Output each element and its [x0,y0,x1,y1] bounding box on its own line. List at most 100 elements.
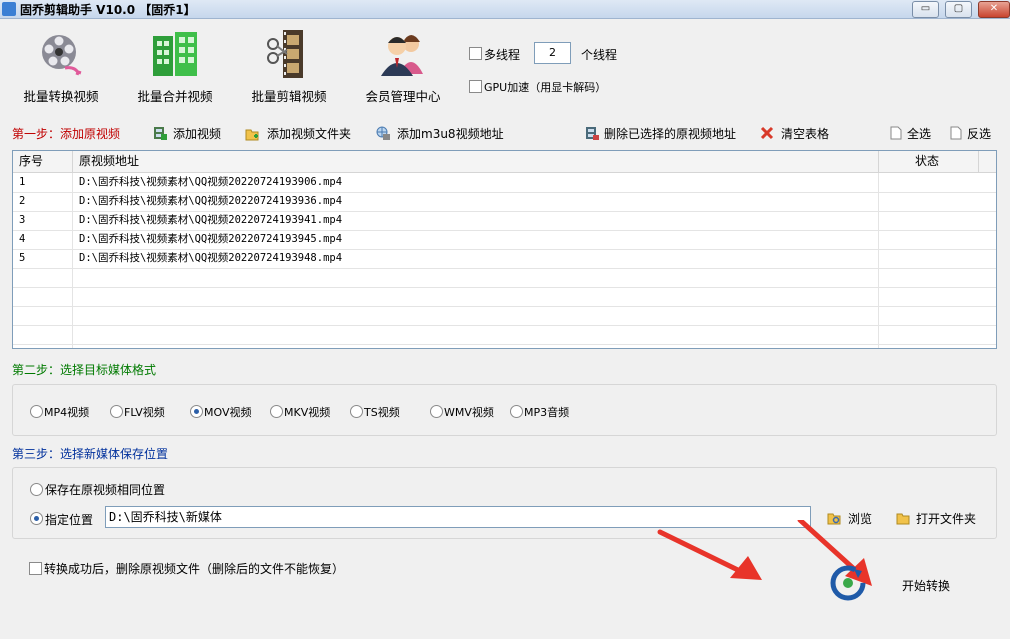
format-label: MKV视频 [284,406,331,419]
link-globe-icon [376,126,390,140]
film-reel-icon [35,28,87,80]
format-radio[interactable] [510,405,523,418]
multithread-label: 多线程 [484,48,521,62]
same-location-label: 保存在原视频相同位置 [45,483,166,497]
batch-cut-button[interactable]: 批量剪辑视频 [239,28,339,108]
cell-index: 1 [13,173,73,192]
cell-path: D:\固乔科技\视频素材\QQ视频20220724193941.mp4 [73,211,879,230]
batch-cut-label: 批量剪辑视频 [251,89,327,104]
page-icon [950,126,962,140]
batch-merge-button[interactable]: 批量合并视频 [125,28,225,108]
cell-status [879,325,979,344]
select-all-label: 全选 [907,127,932,141]
specify-location-radio[interactable] [30,512,43,525]
multithread-checkbox[interactable] [469,47,482,60]
table-row[interactable]: 2 D:\固乔科技\视频素材\QQ视频20220724193936.mp4 [13,192,996,212]
step3-label: 第三步：选择新媒体保存位置 [12,447,169,461]
batch-convert-label: 批量转换视频 [23,89,99,104]
refresh-convert-icon [830,565,866,601]
cell-status [879,173,979,192]
add-video-icon [154,127,167,140]
cell-path [73,287,879,306]
batch-convert-button[interactable]: 批量转换视频 [11,28,111,108]
column-header-path[interactable]: 原视频地址 [73,151,879,172]
start-convert-label[interactable]: 开始转换 [902,577,950,594]
specify-location-label: 指定位置 [45,513,94,527]
table-row[interactable] [13,306,996,326]
cell-index [13,325,73,344]
format-radio[interactable] [190,405,203,418]
table-header: 序号 原视频地址 状态 [13,151,996,173]
cell-status [879,192,979,211]
maximize-button[interactable]: ▢ [945,1,972,18]
step1-label: 第一步：添加原视频 [12,127,121,141]
format-label: WMV视频 [444,406,494,419]
gpu-accel-checkbox[interactable] [469,80,482,93]
same-location-radio[interactable] [30,483,43,496]
thread-count-input[interactable]: 2 [534,42,571,64]
cell-status [879,230,979,249]
add-m3u8-label: 添加m3u8视频地址 [397,127,504,141]
cell-status [879,211,979,230]
cell-index [13,306,73,325]
table-row[interactable]: 4 D:\固乔科技\视频素材\QQ视频20220724193945.mp4 [13,230,996,250]
format-radio[interactable] [270,405,283,418]
cell-index [13,344,73,348]
cell-index: 2 [13,192,73,211]
window-title: 固乔剪辑助手 V10.0 【固乔1】 [20,3,196,17]
cell-path: D:\固乔科技\视频素材\QQ视频20220724193945.mp4 [73,230,879,249]
page-icon [890,126,902,140]
close-button[interactable]: ✕ [978,1,1010,18]
cell-path: D:\固乔科技\视频素材\QQ视频20220724193906.mp4 [73,173,879,192]
cell-path [73,344,879,348]
gpu-accel-label: GPU加速（用显卡解码） [484,81,607,94]
format-radio[interactable] [350,405,363,418]
table-row[interactable]: 5 D:\固乔科技\视频素材\QQ视频20220724193948.mp4 [13,249,996,269]
delete-selected-label: 删除已选择的原视频地址 [604,127,737,141]
column-header-index[interactable]: 序号 [13,151,73,172]
member-center-label: 会员管理中心 [365,89,441,104]
cell-index [13,268,73,287]
folder-add-icon [245,129,259,141]
cell-index [13,287,73,306]
column-header-status[interactable]: 状态 [879,151,979,172]
video-list-table[interactable]: 序号 原视频地址 状态 1 D:\固乔科技\视频素材\QQ视频2022072419… [12,150,997,349]
table-row[interactable] [13,344,996,348]
table-row[interactable] [13,287,996,307]
cell-status [879,306,979,325]
table-row[interactable] [13,268,996,288]
table-row[interactable]: 1 D:\固乔科技\视频素材\QQ视频20220724193906.mp4 [13,173,996,193]
table-row[interactable]: 3 D:\固乔科技\视频素材\QQ视频20220724193941.mp4 [13,211,996,231]
add-folder-label: 添加视频文件夹 [267,127,352,141]
cell-status [879,268,979,287]
thread-suffix-label: 个线程 [581,48,618,62]
open-folder-label: 打开文件夹 [916,512,977,526]
invert-selection-label: 反选 [967,127,992,141]
cell-path [73,325,879,344]
format-radio[interactable] [30,405,43,418]
cell-index: 3 [13,211,73,230]
cell-path [73,306,879,325]
table-row[interactable] [13,325,996,345]
cell-index: 4 [13,230,73,249]
delete-after-checkbox[interactable] [29,562,42,575]
format-label: MP3音频 [524,406,570,419]
start-convert-button[interactable] [830,565,866,601]
step2-label: 第二步：选择目标媒体格式 [12,363,157,377]
format-label: MOV视频 [204,406,252,419]
cell-path [73,268,879,287]
cell-status [879,344,979,348]
app-logo-icon [2,2,16,16]
cell-path: D:\固乔科技\视频素材\QQ视频20220724193948.mp4 [73,249,879,268]
minimize-button[interactable]: ▭ [912,1,939,18]
format-radio[interactable] [110,405,123,418]
clear-table-label: 清空表格 [781,127,830,141]
cell-path: D:\固乔科技\视频素材\QQ视频20220724193936.mp4 [73,192,879,211]
member-center-button[interactable]: 会员管理中心 [353,28,453,108]
format-label: TS视频 [364,406,400,419]
cell-index: 5 [13,249,73,268]
close-x-icon [760,126,774,140]
delete-video-icon [586,127,599,140]
delete-after-label: 转换成功后，删除原视频文件（删除后的文件不能恢复） [44,562,345,576]
format-radio[interactable] [430,405,443,418]
